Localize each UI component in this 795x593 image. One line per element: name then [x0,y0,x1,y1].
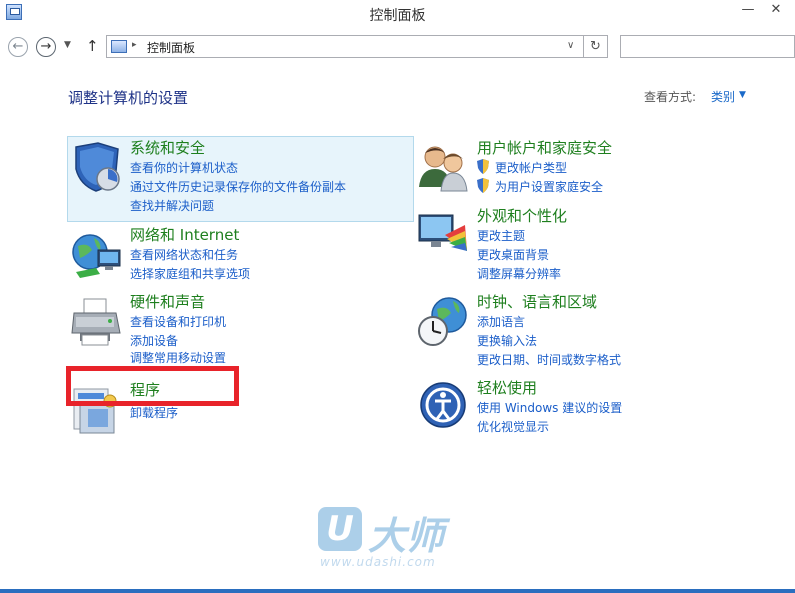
back-button[interactable]: ← [8,37,28,57]
watermark-brand: 大师 [368,514,445,558]
category-clock-language-region[interactable]: 时钟、语言和区域 添加语言 更换输入法 更改日期、时间或数字格式 [415,291,765,367]
system-security-heading[interactable]: 系统和安全 [130,137,205,158]
ease-of-access-icon [420,382,466,428]
uac-shield-icon [477,159,489,174]
search-input[interactable] [620,35,795,58]
uac-shield-icon [477,178,489,193]
navigation-bar: ← → ▼ ↑ ▸ 控制面板 ∨ ↻ [0,34,795,60]
category-user-accounts[interactable]: 用户帐户和家庭安全 更改帐户类型 为用户设置家庭安全 [415,137,765,197]
clock-globe-icon [418,297,467,346]
up-arrow-icon[interactable]: ↑ [86,37,99,55]
link-family-safety[interactable]: 为用户设置家庭安全 [495,178,603,195]
breadcrumb-control-panel[interactable]: 控制面板 [147,39,195,56]
link-optimize-visual-display[interactable]: 优化视觉显示 [477,418,549,435]
system-security-shield-icon [75,142,120,192]
category-network-internet[interactable]: 网络和 Internet 查看网络状态和任务 选择家庭组和共享选项 [68,224,413,284]
watermark-url: www.udashi.com [320,555,436,569]
printer-hardware-icon [71,298,121,346]
forward-button[interactable]: → [36,37,56,57]
link-date-time-format[interactable]: 更改日期、时间或数字格式 [477,351,621,368]
link-uninstall-program[interactable]: 卸载程序 [130,404,178,421]
close-button[interactable]: ✕ [764,2,788,20]
address-bar[interactable]: ▸ 控制面板 ∨ [106,35,584,58]
view-by-label: 查看方式: [644,90,697,104]
link-file-history-backup[interactable]: 通过文件历史记录保存你的文件备份副本 [130,178,346,195]
link-change-account-type[interactable]: 更改帐户类型 [495,159,567,176]
link-troubleshoot[interactable]: 查找并解决问题 [130,197,214,214]
refresh-button[interactable]: ↻ [584,35,608,58]
category-system-security[interactable]: 系统和安全 查看你的计算机状态 通过文件历史记录保存你的文件备份副本 查找并解决… [68,137,413,221]
minimize-button[interactable]: — [736,2,760,20]
hardware-sound-heading[interactable]: 硬件和声音 [130,291,205,312]
window-bottom-border [0,589,795,593]
category-hardware-sound[interactable]: 硬件和声音 查看设备和打印机 添加设备 调整常用移动设置 [68,291,413,366]
link-change-theme[interactable]: 更改主题 [477,227,525,244]
view-by-chevron-icon[interactable]: ▼ [739,90,746,100]
users-icon [419,146,468,192]
address-dropdown-icon[interactable]: ∨ [567,40,574,51]
breadcrumb-separator-icon[interactable]: ▸ [132,40,137,50]
view-by-dropdown[interactable]: 类别 [711,88,735,105]
control-panel-icon [111,40,127,53]
link-windows-recommended-settings[interactable]: 使用 Windows 建议的设置 [477,399,622,416]
window-title: 控制面板 [369,8,426,24]
link-desktop-background[interactable]: 更改桌面背景 [477,246,549,263]
network-globe-icon [72,234,121,278]
appearance-monitor-icon [418,214,467,251]
link-add-device[interactable]: 添加设备 [130,332,178,349]
category-appearance[interactable]: 外观和个性化 更改主题 更改桌面背景 调整屏幕分辨率 [415,205,765,281]
ease-of-access-heading[interactable]: 轻松使用 [477,377,537,398]
appearance-heading[interactable]: 外观和个性化 [477,205,567,226]
annotation-red-box [66,366,239,406]
link-devices-printers[interactable]: 查看设备和打印机 [130,313,226,330]
clock-language-region-heading[interactable]: 时钟、语言和区域 [477,291,597,312]
udashi-watermark: U 大师 www.udashi.com [316,505,476,575]
link-view-computer-status[interactable]: 查看你的计算机状态 [130,159,238,176]
link-screen-resolution[interactable]: 调整屏幕分辨率 [477,265,561,282]
link-network-status-tasks[interactable]: 查看网络状态和任务 [130,246,238,263]
network-internet-heading[interactable]: 网络和 Internet [130,224,239,245]
page-title: 调整计算机的设置 [68,89,189,107]
link-change-input-method[interactable]: 更换输入法 [477,332,537,349]
user-accounts-heading[interactable]: 用户帐户和家庭安全 [477,137,612,158]
recent-locations-dropdown-icon[interactable]: ▼ [64,40,71,50]
link-homegroup-sharing[interactable]: 选择家庭组和共享选项 [130,265,250,282]
watermark-logo-letter: U [318,507,362,551]
link-mobility-settings[interactable]: 调整常用移动设置 [130,349,226,366]
category-ease-of-access[interactable]: 轻松使用 使用 Windows 建议的设置 优化视觉显示 [415,377,765,437]
link-add-language[interactable]: 添加语言 [477,313,525,330]
title-bar: 控制面板 — ✕ [0,0,795,28]
